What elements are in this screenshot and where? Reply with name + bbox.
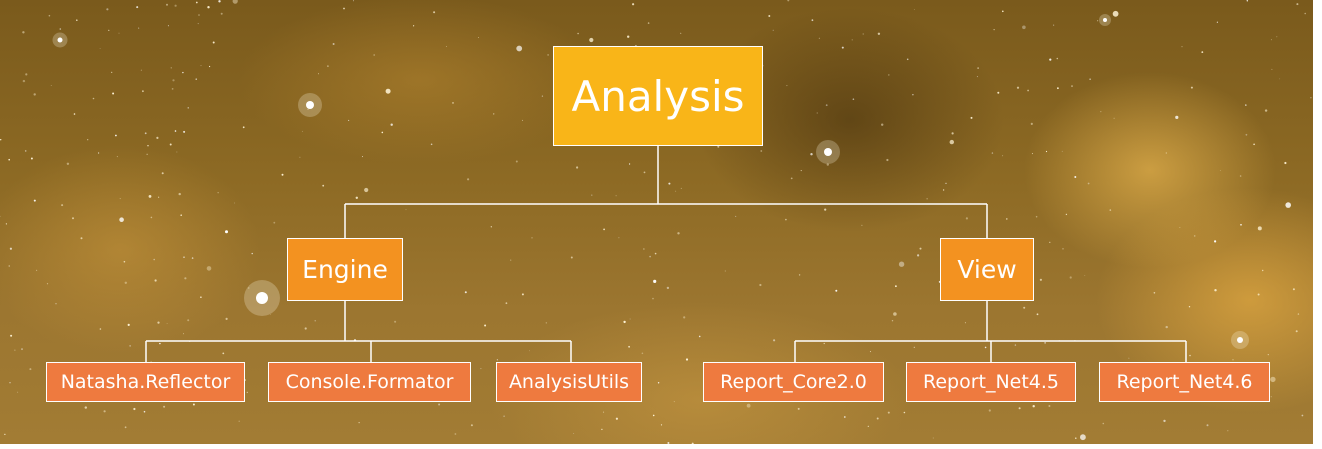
leaf-node-report-net45: Report_Net4.5	[906, 362, 1076, 402]
leaf-node-report-core2: Report_Core2.0	[703, 362, 884, 402]
galaxy-background: Analysis Engine View Natasha.Reflector C…	[0, 0, 1313, 444]
leaf-node-console-formator: Console.Formator	[268, 362, 471, 402]
leaf-node-analysisutils: AnalysisUtils	[496, 362, 642, 402]
leaf-node-report-net46: Report_Net4.6	[1099, 362, 1270, 402]
leaf-node-natasha-reflector: Natasha.Reflector	[46, 362, 245, 402]
branch-node-view: View	[940, 238, 1034, 301]
root-node: Analysis	[553, 46, 763, 146]
branch-node-engine: Engine	[287, 238, 403, 301]
